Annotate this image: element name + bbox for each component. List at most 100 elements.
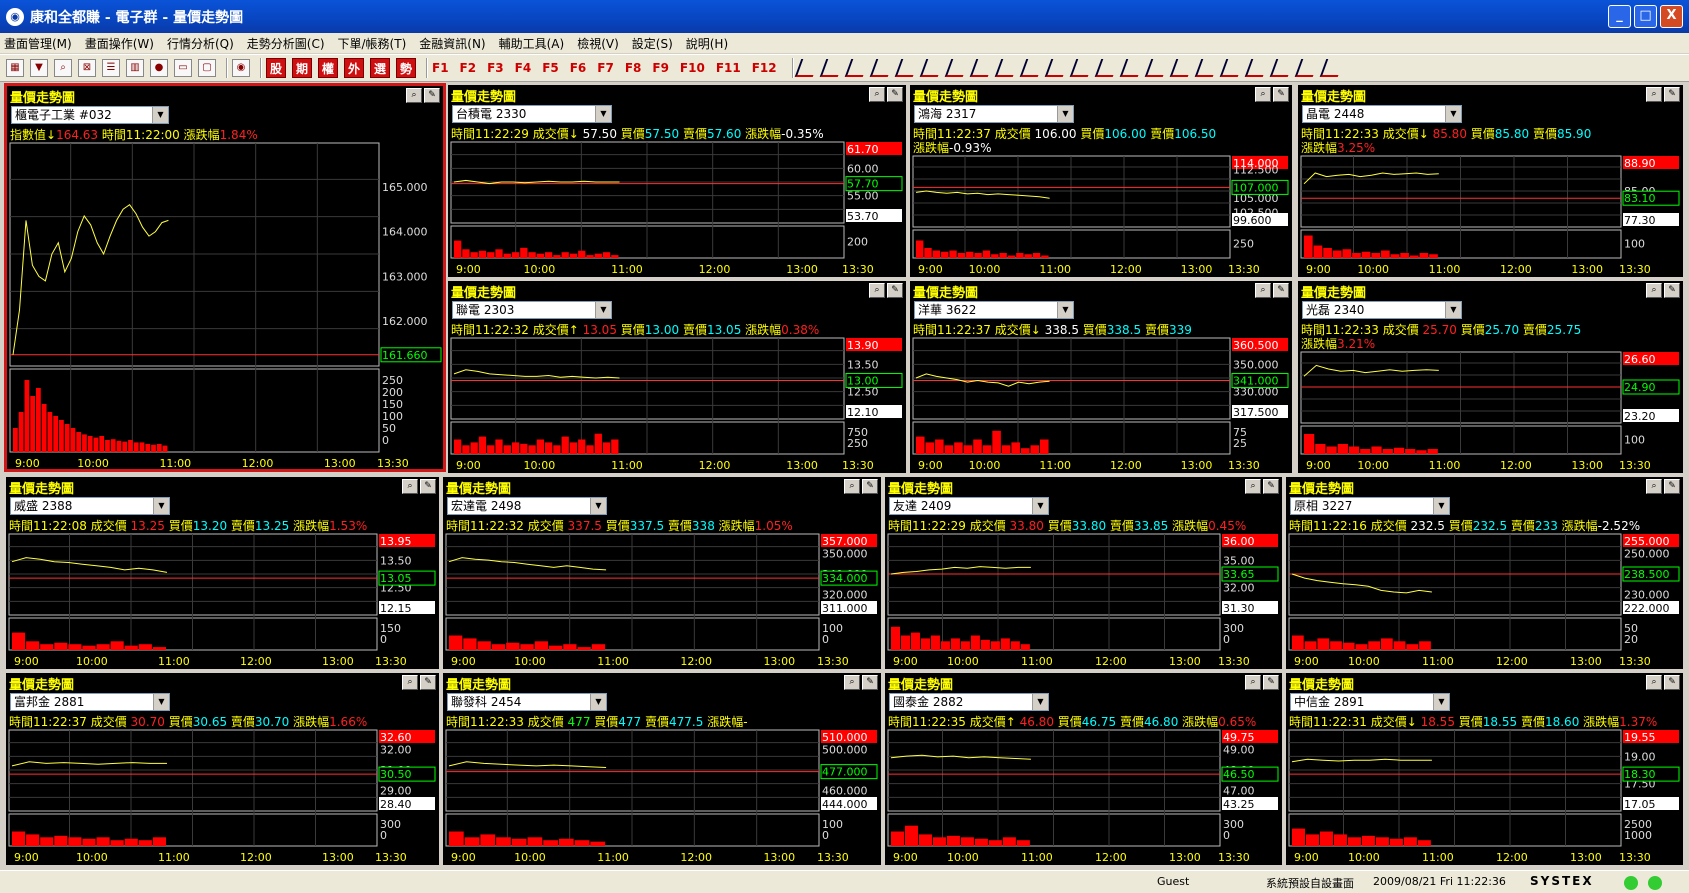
f11-button[interactable]: F11 [716,61,741,75]
menu-order[interactable]: 下單/帳務(T) [338,35,407,52]
settings-icon[interactable]: ✎ [1664,87,1680,102]
settings-icon[interactable]: ✎ [862,479,878,494]
select-button[interactable]: 選 [370,58,390,78]
price-chart[interactable]: 26.6026.0024.9023.201009:0010:0011:0012:… [1300,351,1683,473]
chevron-down-icon[interactable]: ▼ [1032,498,1048,514]
draw-tool-icon[interactable] [1319,59,1344,77]
menu-settings[interactable]: 設定(S) [632,35,673,52]
tile-vertical-icon[interactable]: ▥ [126,59,144,77]
price-volume-panel[interactable]: 量價走勢圖 ⌕ ✎ 威盛 2388 ▼ 時間11:22:08 成交價 13.25 買價13… [4,475,441,671]
stock-selector[interactable]: 國泰金 2882 ▼ [889,693,1049,711]
price-volume-panel[interactable]: 量價走勢圖 ⌕ ✎ 聯發科 2454 ▼ 時間11:22:33 成交價 477 買價477… [441,671,883,867]
draw-tool-icon[interactable] [969,59,994,77]
price-chart[interactable]: 36.0035.0032.0033.6531.3030009:00 10:00 11… [887,533,1282,669]
price-chart[interactable]: 357.000350.000340.000320.000334.000311.0… [445,533,881,669]
chevron-down-icon[interactable]: ▼ [1433,694,1449,710]
price-chart[interactable]: 61.70 60.00 55.0057.70 53.70 200 9:00 10:00 11:… [450,141,906,277]
menu-tools[interactable]: 輔助工具(A) [499,35,565,52]
stock-selector[interactable]: 洋華 3622 ▼ [914,301,1074,319]
draw-tool-icon[interactable] [894,59,919,77]
zoom-icon[interactable]: ⌕ [1646,283,1662,298]
tile-horizontal-icon[interactable]: ☰ [102,59,120,77]
price-chart[interactable]: 32.6032.0031.0029.0030.5028.4030009:0010… [8,729,439,865]
price-volume-panel[interactable]: 量價走勢圖 ⌕ ✎ 友達 2409 ▼ 時間11:22:29 成交價 33.80 買價33… [883,475,1284,671]
close-button[interactable]: X [1660,5,1683,28]
f6-button[interactable]: F6 [570,61,587,75]
chevron-down-icon[interactable]: ▼ [590,498,606,514]
price-volume-panel[interactable]: 量價走勢圖 ⌕ ✎ 洋華 3622 ▼ 時間11:22:37 成交價↓ 338.5 買價3… [908,279,1294,475]
zoom-icon[interactable]: ⌕ [1646,479,1662,494]
foreign-button[interactable]: 外 [344,58,364,78]
draw-tool-icon[interactable] [794,59,819,77]
draw-tool-icon[interactable] [1069,59,1094,77]
search-icon[interactable]: ⌕ [54,59,72,77]
maximize-button[interactable]: □ [1634,5,1657,28]
zoom-icon[interactable]: ⌕ [1255,87,1271,102]
menu-view[interactable]: 檢視(V) [577,35,619,52]
price-volume-panel[interactable]: 量價走勢圖 ⌕ ✎ 原相 3227 ▼ 時間11:22:16 成交價 232.5 買價23… [1284,475,1685,671]
f1-button[interactable]: F1 [432,61,449,75]
menu-help[interactable]: 說明(H) [686,35,728,52]
chevron-down-icon[interactable]: ▼ [1057,302,1073,318]
minimize-button[interactable]: _ [1608,5,1631,28]
draw-tool-icon[interactable] [1094,59,1119,77]
price-volume-panel[interactable]: 量價走勢圖 ⌕ ✎ 台積電 2330 ▼ 時間11:22:29 成交價↓ 57.50 買價… [446,83,908,279]
price-chart[interactable]: 255.000250.000245.000230.000238.500222.0… [1288,533,1683,669]
draw-tool-icon[interactable] [1244,59,1269,77]
chevron-down-icon[interactable]: ▼ [1433,498,1449,514]
f9-button[interactable]: F9 [652,61,669,75]
settings-icon[interactable]: ✎ [424,88,440,103]
stock-selector[interactable]: 台積電 2330 ▼ [452,105,612,123]
layout-icon[interactable]: ▦ [6,59,24,77]
stock-selector[interactable]: 鴻海 2317 ▼ [914,105,1074,123]
draw-tool-icon[interactable] [944,59,969,77]
f4-button[interactable]: F4 [515,61,532,75]
draw-tool-icon[interactable] [819,59,844,77]
menu-quote-analysis[interactable]: 行情分析(Q) [167,35,234,52]
stock-selector[interactable]: 聯發科 2454 ▼ [447,693,607,711]
chevron-down-icon[interactable]: ▼ [153,694,169,710]
settings-icon[interactable]: ✎ [1273,283,1289,298]
card-icon[interactable]: ▭ [174,59,192,77]
f7-button[interactable]: F7 [597,61,614,75]
zoom-icon[interactable]: ⌕ [402,675,418,690]
chevron-down-icon[interactable]: ▼ [152,107,168,123]
settings-icon[interactable]: ✎ [420,675,436,690]
price-chart[interactable]: 19.5519.0017.5018.3017.05250010009:00 10:… [1288,729,1683,865]
zoom-icon[interactable]: ⌕ [402,479,418,494]
zoom-icon[interactable]: ⌕ [844,675,860,690]
stock-selector[interactable]: 櫃電子工業 #032 ▼ [11,106,169,124]
menu-screen-operate[interactable]: 畫面操作(W) [85,35,154,52]
draw-tool-icon[interactable] [1194,59,1219,77]
zoom-icon[interactable]: ⌕ [1255,283,1271,298]
settings-icon[interactable]: ✎ [1263,675,1279,690]
zoom-icon[interactable]: ⌕ [869,87,885,102]
price-chart[interactable]: 360.500350.000330.000341.000317.50075259… [912,337,1292,473]
stock-selector[interactable]: 晶電 2448 ▼ [1302,105,1462,123]
price-volume-panel[interactable]: 量價走勢圖 ⌕ ✎ 櫃電子工業 #032 ▼ 指數值↓164.63 時間11:22:00 … [4,83,446,472]
close-window-icon[interactable]: ⊠ [78,59,96,77]
price-chart[interactable]: 49.7549.0048.0047.0046.5043.2530009:0010… [887,729,1282,865]
futures-button[interactable]: 期 [292,58,312,78]
menu-trend-chart[interactable]: 走勢分析圖(C) [247,35,325,52]
price-volume-panel[interactable]: 量價走勢圖 ⌕ ✎ 國泰金 2882 ▼ 時間11:22:35 成交價↑ 46.80 買價… [883,671,1284,867]
f3-button[interactable]: F3 [487,61,504,75]
chevron-down-icon[interactable]: ▼ [1445,106,1461,122]
f8-button[interactable]: F8 [625,61,642,75]
zoom-icon[interactable]: ⌕ [1646,675,1662,690]
chevron-down-icon[interactable]: ▼ [1057,106,1073,122]
zoom-icon[interactable]: ⌕ [869,283,885,298]
draw-tool-icon[interactable] [994,59,1019,77]
draw-tool-icon[interactable] [1019,59,1044,77]
chevron-down-icon[interactable]: ▼ [590,694,606,710]
settings-icon[interactable]: ✎ [420,479,436,494]
price-chart[interactable]: 13.9013.5012.5013.0012.107502509:00 10:00… [450,337,906,473]
chevron-down-icon[interactable]: ▼ [595,106,611,122]
draw-tool-icon[interactable] [919,59,944,77]
logo-icon[interactable]: ◉ [232,59,250,77]
coin-icon[interactable]: ● [150,59,168,77]
options-button[interactable]: 權 [318,58,338,78]
price-volume-panel[interactable]: 量價走勢圖 ⌕ ✎ 聯電 2303 ▼ 時間11:22:32 成交價↑ 13.05 買價1… [446,279,908,475]
screen-icon[interactable]: ▢ [198,59,216,77]
save-icon[interactable]: ▼ [30,59,48,77]
